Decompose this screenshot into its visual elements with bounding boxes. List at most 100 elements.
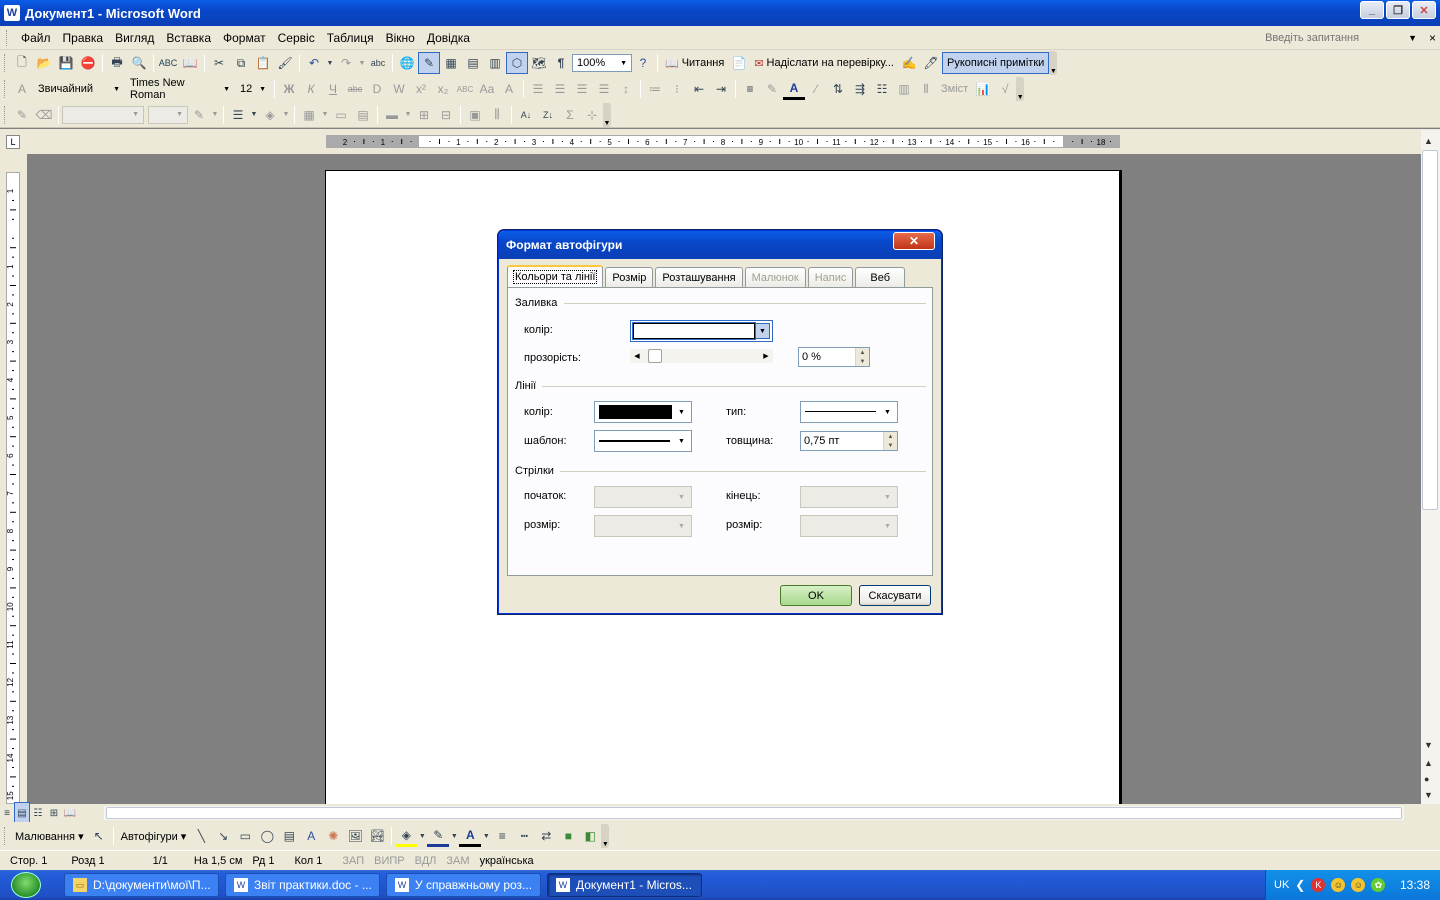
task-word-report[interactable]: W Звіт практики.doc - ... <box>225 873 380 897</box>
menu-format[interactable]: Формат <box>217 28 272 48</box>
web-layout-icon[interactable]: ▤ <box>14 802 30 824</box>
task-word-other[interactable]: W У справжньому роз... <box>386 873 541 897</box>
table-autoformat-icon[interactable]: ▣ <box>464 104 486 126</box>
restore-button[interactable]: ❐ <box>1386 1 1410 19</box>
distribute-rows-icon[interactable]: ⊞ <box>413 104 435 126</box>
menu-window[interactable]: Вікно <box>380 28 421 48</box>
research-icon[interactable]: 📖 <box>179 52 201 74</box>
clock[interactable]: 13:38 <box>1400 878 1430 892</box>
help-icon[interactable]: ? <box>632 52 654 74</box>
bullets-icon[interactable]: ⁝ <box>666 78 688 100</box>
toolbar-grip[interactable] <box>4 80 7 98</box>
vertical-scroll-thumb[interactable] <box>1422 150 1438 510</box>
status-ext[interactable]: ВДЛ <box>415 855 447 867</box>
line-weight-select[interactable]: ▼ <box>148 105 188 124</box>
format-painter-icon[interactable]: 🖌 <box>274 52 296 74</box>
chart-icon[interactable]: 📊 <box>972 78 994 100</box>
menu-help[interactable]: Довідка <box>421 28 476 48</box>
outside-border-dropdown-icon[interactable]: ▼ <box>249 104 259 126</box>
antivirus-icon[interactable]: K <box>1311 878 1326 892</box>
toolbar-options-icon[interactable]: ▼ <box>1016 77 1025 101</box>
strikeout-icon[interactable]: ⁄ <box>805 78 827 100</box>
tab-colors-lines[interactable]: Кольори та лінії <box>507 265 604 287</box>
prev-page-icon[interactable]: ▲ <box>1424 758 1433 768</box>
wrap-icon[interactable]: ⇶ <box>849 78 871 100</box>
status-trk[interactable]: ВИПР <box>374 855 415 867</box>
shading-icon[interactable]: ◈ <box>259 104 281 126</box>
columns-icon[interactable]: ▥ <box>484 52 506 74</box>
ink-comment-icon[interactable]: ✍ <box>898 52 920 74</box>
line-style-dropdown-icon[interactable]: ▼ <box>132 111 139 118</box>
style-select[interactable]: Звичайний ▼ <box>33 80 125 98</box>
line-color-icon[interactable]: ✎ <box>427 825 450 847</box>
cancel-button[interactable]: Скасувати <box>859 585 931 606</box>
arrow-style-icon[interactable]: ⇄ <box>535 825 557 847</box>
redo-icon[interactable]: ↷ <box>335 52 357 74</box>
line-pattern-combo[interactable]: ▼ <box>594 430 692 452</box>
slider-left-icon[interactable]: ◀ <box>630 352 644 360</box>
close-button[interactable]: ✕ <box>1412 1 1436 19</box>
tab-layout[interactable]: Розташування <box>655 267 743 287</box>
distribute-columns-icon[interactable]: ⊟ <box>435 104 457 126</box>
print-preview-icon[interactable]: 🔍 <box>128 52 150 74</box>
equalize-icon[interactable]: ⫴ <box>915 78 937 100</box>
normal-view-icon[interactable]: ≡ <box>0 802 14 824</box>
hide-gridlines-icon[interactable]: ⊹ <box>581 104 603 126</box>
fill-color-dropdown-icon[interactable]: ▼ <box>417 825 427 847</box>
horizontal-scrollbar[interactable] <box>104 806 1404 820</box>
column-icon[interactable]: ▥ <box>893 78 915 100</box>
horizontal-ruler[interactable]: 2 1 1 2 3 4 5 6 7 8 9 10 11 12 13 14 15 16 18 <box>326 135 1120 148</box>
hyperlink-icon[interactable]: 🌐 <box>396 52 418 74</box>
fill-color-icon[interactable]: ◈ <box>395 825 418 847</box>
sort-ascending-icon[interactable]: A↓ <box>515 104 537 126</box>
smiley-icon[interactable]: ☺ <box>1351 878 1366 892</box>
spinner-buttons[interactable]: ▲ ▼ <box>855 348 869 366</box>
insert-table-icon[interactable]: ▦ <box>440 52 462 74</box>
tab-selector-icon[interactable]: L <box>6 135 20 149</box>
diagram-icon[interactable]: ✺ <box>322 825 344 847</box>
size-select[interactable]: 12 ▼ <box>235 80 271 98</box>
spin-up-icon[interactable]: ▲ <box>856 348 869 357</box>
scroll-up-icon[interactable]: ▲ <box>1424 136 1433 146</box>
messenger-icon[interactable]: ☺ <box>1331 878 1346 892</box>
arrow-tool-icon[interactable]: ↘ <box>212 825 234 847</box>
merge-cells-icon[interactable]: ▭ <box>330 104 352 126</box>
bold-icon[interactable]: Ж <box>278 78 300 100</box>
status-lang[interactable]: українська <box>480 855 544 867</box>
rectangle-tool-icon[interactable]: ▭ <box>234 825 256 847</box>
fill-color-combo[interactable]: ▼ <box>630 320 773 342</box>
contents-button[interactable]: Зміст <box>937 83 972 95</box>
transparency-spinner[interactable]: 0 % ▲ ▼ <box>798 347 870 367</box>
slider-thumb[interactable] <box>648 349 662 363</box>
line-weight-value[interactable]: 0,75 пт <box>804 435 883 447</box>
line-type-combo[interactable]: ▼ <box>800 401 898 423</box>
insert-table-dropdown-icon[interactable]: ▼ <box>320 104 330 126</box>
menu-edit[interactable]: Правка <box>57 28 110 48</box>
task-explorer[interactable]: ▭ D:\документи\мої\П... <box>64 873 219 897</box>
line-style-draw-icon[interactable]: ≡ <box>491 825 513 847</box>
align-cell-icon[interactable]: ▬ <box>381 104 403 126</box>
toolbar-options-icon[interactable]: ▼ <box>601 824 610 848</box>
subscript-icon[interactable]: x₂ <box>432 78 454 100</box>
status-rec[interactable]: ЗАП <box>332 855 374 867</box>
cut-icon[interactable]: ✂ <box>208 52 230 74</box>
indent-text-icon[interactable]: ☷ <box>871 78 893 100</box>
transparency-slider[interactable]: ◀ ▶ <box>630 349 773 363</box>
menu-file[interactable]: Файл <box>15 28 57 48</box>
reading-button[interactable]: 📖 Читання <box>661 57 728 70</box>
sort-descending-icon[interactable]: Z↓ <box>537 104 559 126</box>
text-direction-icon[interactable]: ⇅ <box>827 78 849 100</box>
redo-dropdown-icon[interactable]: ▼ <box>357 52 367 74</box>
autosum-icon[interactable]: Σ <box>559 104 581 126</box>
border-color-icon[interactable]: ✎ <box>188 104 210 126</box>
ink-comments-button[interactable]: Рукописні примітки <box>941 52 1050 74</box>
save-icon[interactable]: 💾 <box>55 52 77 74</box>
align-right-icon[interactable]: ☰ <box>571 78 593 100</box>
equation-icon[interactable]: √ <box>994 78 1016 100</box>
close-document-icon[interactable]: × <box>1429 31 1436 45</box>
insert-table-grid-icon[interactable]: ▦ <box>298 104 320 126</box>
shadow-icon[interactable]: A <box>498 78 520 100</box>
border-color-dropdown-icon[interactable]: ▼ <box>210 104 220 126</box>
draw-menu-button[interactable]: Малювання ▾ <box>11 830 88 843</box>
font-color-draw-dropdown-icon[interactable]: ▼ <box>481 825 491 847</box>
